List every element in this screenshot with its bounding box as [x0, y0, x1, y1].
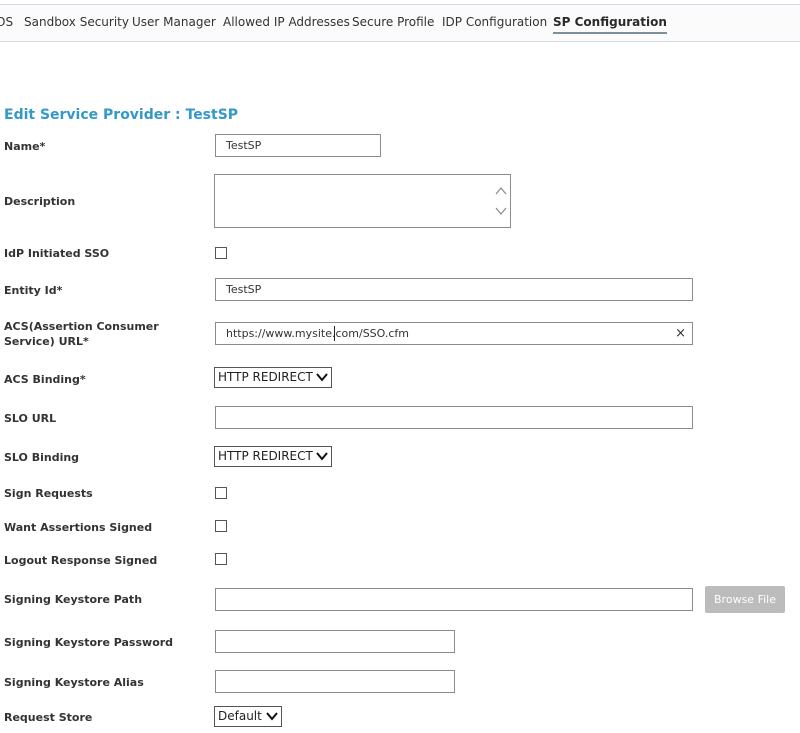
slo-binding-label: SLO Binding	[4, 451, 80, 464]
slo-binding-value: HTTP REDIRECT	[218, 449, 313, 463]
signing-keystore-path-input[interactable]	[215, 588, 693, 611]
textarea-scroll-arrows-icon[interactable]	[494, 183, 508, 219]
want-assertions-signed-label: Want Assertions Signed	[4, 521, 153, 534]
page-title: Edit Service Provider : TestSP	[4, 107, 239, 123]
idp-initiated-sso-label: IdP Initiated SSO	[4, 247, 110, 260]
chevron-down-icon	[316, 373, 328, 382]
signing-keystore-path-label: Signing Keystore Path	[4, 593, 143, 606]
acs-binding-label: ACS Binding*	[4, 373, 86, 386]
text-cursor	[334, 326, 335, 341]
request-store-value: Default	[218, 709, 262, 723]
sign-requests-label: Sign Requests	[4, 487, 93, 500]
acs-url-value: https://www.mysite.com/SSO.cfm	[226, 327, 410, 340]
logout-response-signed-checkbox[interactable]	[215, 553, 227, 565]
signing-keystore-password-input[interactable]	[215, 630, 455, 653]
logout-response-signed-label: Logout Response Signed	[4, 554, 158, 567]
signing-keystore-alias-input[interactable]	[215, 670, 455, 693]
request-store-select[interactable]: Default	[214, 706, 282, 727]
entity-id-input[interactable]: TestSP	[215, 278, 693, 301]
entity-id-label: Entity Id*	[4, 284, 63, 297]
sign-requests-checkbox[interactable]	[215, 487, 227, 499]
clear-icon[interactable]: ×	[675, 325, 686, 343]
tab-allowed-ip-addresses[interactable]: Allowed IP Addresses	[223, 15, 350, 29]
chevron-down-icon	[316, 452, 328, 461]
chevron-down-icon	[266, 712, 278, 721]
top-tab-bar: OS Sandbox Security User Manager Allowed…	[0, 4, 800, 42]
description-label: Description	[4, 195, 76, 208]
signing-keystore-password-label: Signing Keystore Password	[4, 636, 174, 649]
tab-user-manager[interactable]: User Manager	[132, 15, 216, 29]
acs-url-label: ACS(Assertion Consumer Service) URL*	[4, 320, 159, 348]
want-assertions-signed-checkbox[interactable]	[215, 520, 227, 532]
slo-url-input[interactable]	[215, 406, 693, 429]
acs-url-input[interactable]: https://www.mysite.com/SSO.cfm ×	[215, 322, 693, 345]
tab-secure-profile[interactable]: Secure Profile	[352, 15, 434, 29]
name-label: Name*	[4, 140, 46, 153]
description-textarea[interactable]	[214, 174, 511, 228]
tab-idp-configuration[interactable]: IDP Configuration	[442, 15, 547, 29]
slo-binding-select[interactable]: HTTP REDIRECT	[214, 446, 332, 467]
signing-keystore-alias-label: Signing Keystore Alias	[4, 676, 144, 689]
browse-file-button[interactable]: Browse File	[705, 586, 785, 613]
slo-url-label: SLO URL	[4, 412, 57, 425]
acs-binding-select[interactable]: HTTP REDIRECT	[214, 367, 332, 388]
tab-sandbox-security[interactable]: Sandbox Security	[24, 15, 129, 29]
name-input[interactable]: TestSP	[215, 134, 381, 157]
request-store-label: Request Store	[4, 711, 93, 724]
acs-binding-value: HTTP REDIRECT	[218, 370, 313, 384]
idp-initiated-sso-checkbox[interactable]	[215, 247, 227, 259]
tab-sp-configuration[interactable]: SP Configuration	[553, 15, 667, 34]
tab-os[interactable]: OS	[0, 15, 13, 29]
